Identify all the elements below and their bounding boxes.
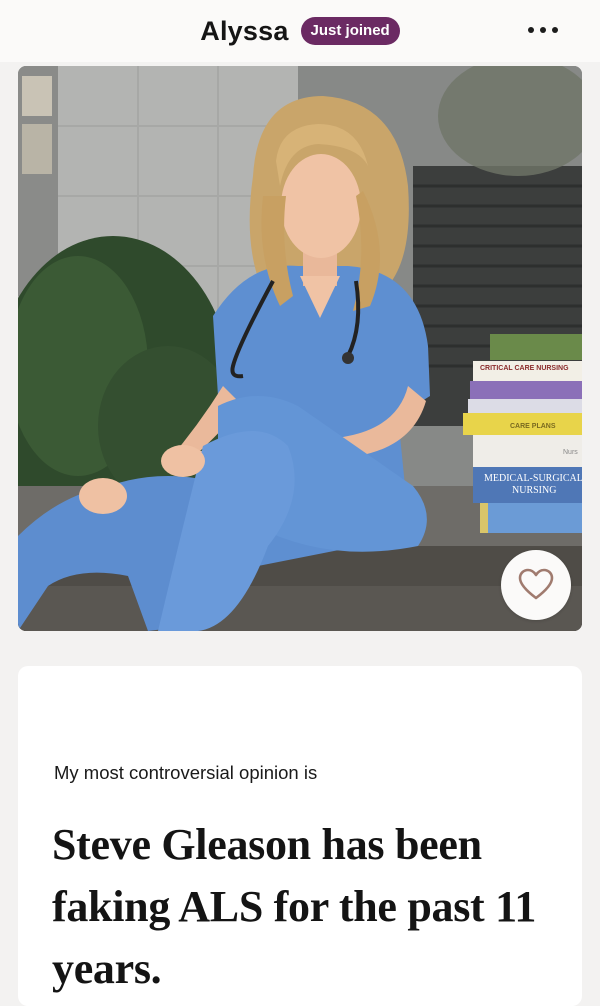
prompt-answer: Steve Gleason has been faking ALS for th…	[52, 820, 537, 993]
profile-header: Alyssa Just joined	[0, 0, 600, 62]
book-spine-text: CRITICAL CARE NURSING	[480, 365, 569, 372]
book-spine-text: MEDICAL-SURGICAL	[484, 473, 582, 484]
profile-name: Alyssa	[200, 15, 289, 46]
just-joined-badge: Just joined	[300, 17, 400, 45]
book-spine-text: NURSING	[512, 485, 556, 496]
more-options-icon[interactable]	[528, 18, 558, 42]
book-spine-text: CARE PLANS	[510, 423, 556, 430]
prompt-card: My most controversial opinion is Steve G…	[18, 666, 582, 1006]
book-spine-text: Nurs	[563, 449, 578, 456]
prompt-question: My most controversial opinion is	[54, 762, 318, 783]
like-button[interactable]	[501, 550, 571, 620]
profile-photo: CRITICAL CARE NURSING CARE PLANS Nurs ME…	[18, 66, 582, 631]
heart-icon	[518, 568, 554, 600]
